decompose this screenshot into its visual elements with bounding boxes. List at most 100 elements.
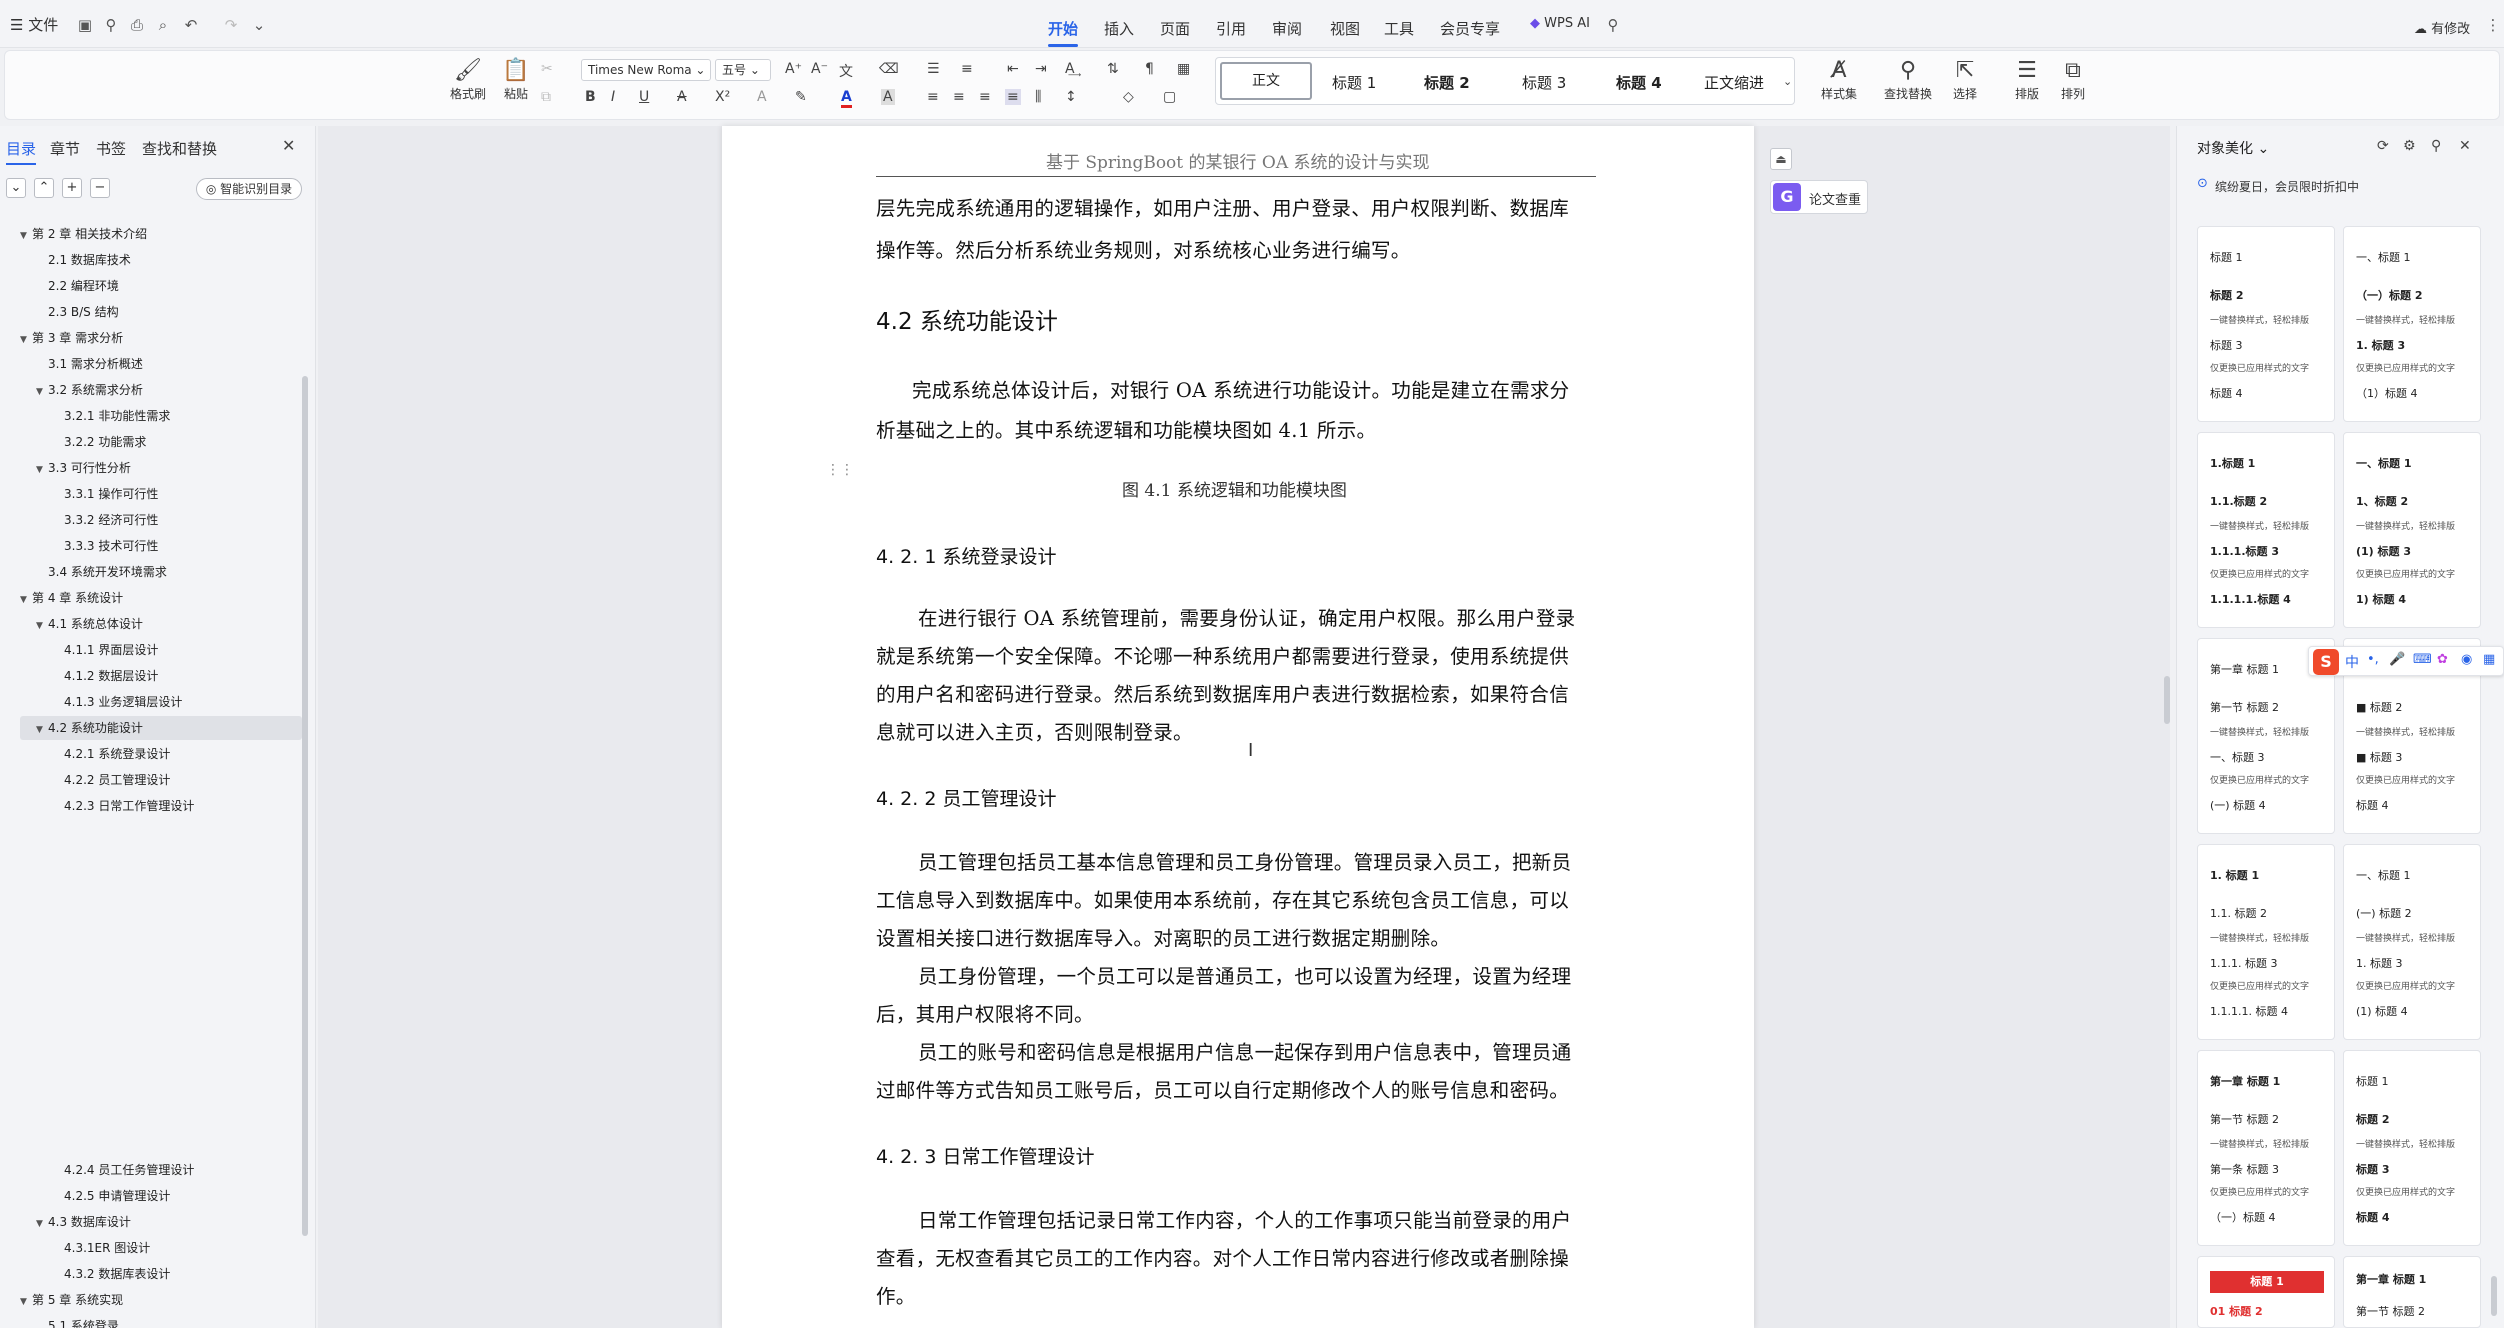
font-color-icon[interactable]: A bbox=[841, 89, 852, 108]
toc-item[interactable]: ▼ 第 3 章 需求分析 bbox=[4, 326, 294, 350]
increase-indent-icon[interactable]: ⇥ bbox=[1035, 61, 1047, 77]
keyboard-icon[interactable]: ⌨ bbox=[2413, 652, 2432, 667]
find-replace-button[interactable]: ⚲ 查找替换 bbox=[1875, 57, 1941, 102]
layout-button[interactable]: ☰ 排版 bbox=[2005, 57, 2049, 102]
shrink-font-icon[interactable]: A⁻ bbox=[811, 61, 828, 77]
toc-item[interactable]: 4.1.3 业务逻辑层设计 bbox=[4, 690, 294, 714]
ime-punct-icon[interactable]: •, bbox=[2367, 652, 2379, 667]
text-direction-icon[interactable]: A͢ bbox=[1065, 61, 1075, 77]
strikethrough-icon[interactable]: A bbox=[677, 89, 687, 105]
ime-lang[interactable]: 中 bbox=[2345, 652, 2359, 672]
toc-item[interactable]: 4.1.1 界面层设计 bbox=[4, 638, 294, 662]
select-button[interactable]: ⇱ 选择 bbox=[1943, 57, 1987, 102]
tab-2[interactable]: 页面 bbox=[1160, 18, 1190, 39]
toc-item[interactable]: 4.3.2 数据库表设计 bbox=[4, 1262, 294, 1286]
expand-arrow-icon[interactable]: ▼ bbox=[20, 588, 32, 612]
collapse-float-button[interactable]: ⏏ bbox=[1770, 148, 1792, 170]
toc-item[interactable]: 4.2.1 系统登录设计 bbox=[4, 742, 294, 766]
style-0[interactable]: 正文 bbox=[1220, 62, 1312, 100]
style-card[interactable]: 第一章 标题 1 第一节 标题 2 bbox=[2343, 1256, 2481, 1328]
bold-icon[interactable]: B bbox=[585, 89, 596, 105]
toc-item[interactable]: 3.2.1 非功能性需求 bbox=[4, 404, 294, 428]
align-center-icon[interactable]: ≡ bbox=[953, 89, 965, 105]
toc-scrollbar[interactable] bbox=[302, 376, 308, 1236]
tab-5[interactable]: 视图 bbox=[1330, 18, 1360, 39]
toc-item[interactable]: 3.2.2 功能需求 bbox=[4, 430, 294, 454]
toc-item[interactable]: 2.3 B/S 结构 bbox=[4, 300, 294, 324]
style-card[interactable]: 1.标题 1 1.1.标题 2 一键替换样式，轻松排版 1.1.1.标题 3 仅更换已应… bbox=[2197, 432, 2335, 628]
style-gallery-expand-icon[interactable]: ⌄ bbox=[1783, 75, 1792, 88]
pane-title[interactable]: 对象美化 ⌄ bbox=[2197, 138, 2269, 158]
superscript-icon[interactable]: X² bbox=[715, 89, 730, 105]
grow-font-icon[interactable]: A⁺ bbox=[785, 61, 802, 77]
clear-format-icon[interactable]: ⌫ bbox=[879, 61, 899, 77]
drag-handle-icon[interactable]: ⋮⋮ bbox=[826, 462, 854, 478]
style-card[interactable]: 标题 1 01 标题 2 bbox=[2197, 1256, 2335, 1328]
tab-6[interactable]: 工具 bbox=[1384, 18, 1414, 39]
style-card[interactable]: 标题 1 标题 2 一键替换样式，轻松排版 标题 3 仅更换已应用样式的文字 标题 4 bbox=[2343, 1050, 2481, 1246]
search-small-icon[interactable]: ⚲ bbox=[102, 16, 120, 34]
redo-icon[interactable]: ↷ bbox=[222, 16, 240, 34]
decrease-indent-icon[interactable]: ⇤ bbox=[1007, 61, 1019, 77]
style-4[interactable]: 标题 4 bbox=[1616, 72, 1662, 93]
tab-1[interactable]: 插入 bbox=[1104, 18, 1134, 39]
toc-item[interactable]: 4.2.2 员工管理设计 bbox=[4, 768, 294, 792]
expand-up-button[interactable]: ⌃ bbox=[34, 178, 54, 198]
underline-icon[interactable]: U bbox=[639, 89, 649, 105]
style-card[interactable]: 一、标题 1 1、标题 2 一键替换样式，轻松排版 (1) 标题 3 仅更换已应用样式的… bbox=[2343, 432, 2481, 628]
expand-arrow-icon[interactable]: ▼ bbox=[20, 224, 32, 248]
italic-icon[interactable]: I bbox=[611, 89, 615, 105]
show-marks-icon[interactable]: ¶ bbox=[1145, 61, 1154, 77]
nav-tab-3[interactable]: 查找和替换 bbox=[142, 138, 217, 159]
undo-icon[interactable]: ↶ bbox=[182, 16, 200, 34]
smart-toc-button[interactable]: ◎ 智能识别目录 bbox=[196, 178, 302, 200]
microphone-icon[interactable]: 🎤 bbox=[2389, 652, 2405, 667]
toc-item[interactable]: 3.4 系统开发环境需求 bbox=[4, 560, 294, 584]
style-2[interactable]: 标题 2 bbox=[1424, 72, 1470, 93]
toc-item[interactable]: 3.3.1 操作可行性 bbox=[4, 482, 294, 506]
numbered-list-icon[interactable]: ≡ bbox=[961, 61, 973, 77]
expand-arrow-icon[interactable]: ▼ bbox=[36, 614, 48, 638]
toc-item[interactable]: 3.1 需求分析概述 bbox=[4, 352, 294, 376]
table-icon[interactable]: ▦ bbox=[1177, 61, 1190, 77]
toc-item[interactable]: ▼ 第 4 章 系统设计 bbox=[4, 586, 294, 610]
style-card[interactable]: 一、标题 1 （一）标题 2 一键替换样式，轻松排版 1. 标题 3 仅更换已应用样式的… bbox=[2343, 226, 2481, 422]
remove-heading-button[interactable]: − bbox=[90, 178, 110, 198]
expand-arrow-icon[interactable]: ▼ bbox=[36, 718, 48, 742]
modified-status[interactable]: ☁ 有修改 bbox=[2414, 18, 2470, 37]
phonetic-icon[interactable]: 文 bbox=[839, 61, 853, 81]
nav-tab-0[interactable]: 目录 bbox=[6, 138, 37, 165]
style-card[interactable]: 1. 标题 1 1.1. 标题 2 一键替换样式，轻松排版 1.1.1. 标题 3 仅更… bbox=[2197, 844, 2335, 1040]
char-shading-icon[interactable]: A bbox=[881, 89, 895, 105]
toc-item[interactable]: 4.2.5 申请管理设计 bbox=[4, 1184, 294, 1208]
expand-arrow-icon[interactable]: ▼ bbox=[36, 1212, 48, 1236]
toc-item[interactable]: ▼ 4.3 数据库设计 bbox=[4, 1210, 294, 1234]
file-menu[interactable]: ☰ 文件 bbox=[10, 14, 58, 35]
style-card[interactable]: 第一章 标题 1 第一节 标题 2 一键替换样式，轻松排版 第一条 标题 3 仅更换已应… bbox=[2197, 1050, 2335, 1246]
tab-4[interactable]: 审阅 bbox=[1272, 18, 1302, 39]
cut-icon[interactable]: ✂ bbox=[541, 61, 553, 77]
toc-item[interactable]: 4.2.3 日常工作管理设计 bbox=[4, 794, 294, 818]
pin-icon[interactable]: ⚲ bbox=[2431, 138, 2441, 154]
close-pane-icon[interactable]: ✕ bbox=[282, 136, 295, 155]
expand-arrow-icon[interactable]: ▼ bbox=[36, 458, 48, 482]
align-right-icon[interactable]: ≡ bbox=[979, 89, 991, 105]
tab-3[interactable]: 引用 bbox=[1216, 18, 1246, 39]
expand-arrow-icon[interactable]: ▼ bbox=[36, 380, 48, 404]
print-preview-icon[interactable]: ⌕ bbox=[154, 16, 172, 34]
arrange-button[interactable]: ⧉ 排列 bbox=[2051, 57, 2095, 102]
style-5[interactable]: 正文缩进 bbox=[1704, 72, 1764, 93]
add-heading-button[interactable]: + bbox=[62, 178, 82, 198]
border-icon[interactable]: ▢ bbox=[1163, 89, 1176, 105]
search-icon[interactable]: ⚲ bbox=[1604, 16, 1622, 34]
format-painter-button[interactable]: 🖌 格式刷 bbox=[443, 57, 493, 102]
toc-item[interactable]: 4.3.1ER 图设计 bbox=[4, 1236, 294, 1260]
style-card[interactable]: 标题 1 标题 2 一键替换样式，轻松排版 标题 3 仅更换已应用样式的文字 标题 4 bbox=[2197, 226, 2335, 422]
toc-item[interactable]: 3.3.3 技术可行性 bbox=[4, 534, 294, 558]
style-card[interactable]: 一、标题 1 (一) 标题 2 一键替换样式，轻松排版 1. 标题 3 仅更换已应用样式… bbox=[2343, 844, 2481, 1040]
toc-item[interactable]: ▼ 第 2 章 相关技术介绍 bbox=[4, 222, 294, 246]
essay-check-button[interactable]: G 论文查重 bbox=[1770, 180, 1868, 214]
document-scrollbar[interactable] bbox=[2164, 676, 2170, 724]
promo-note[interactable]: 缤纷夏日，会员限时折扣中 bbox=[2215, 178, 2359, 195]
toc-item[interactable]: 3.3.2 经济可行性 bbox=[4, 508, 294, 532]
